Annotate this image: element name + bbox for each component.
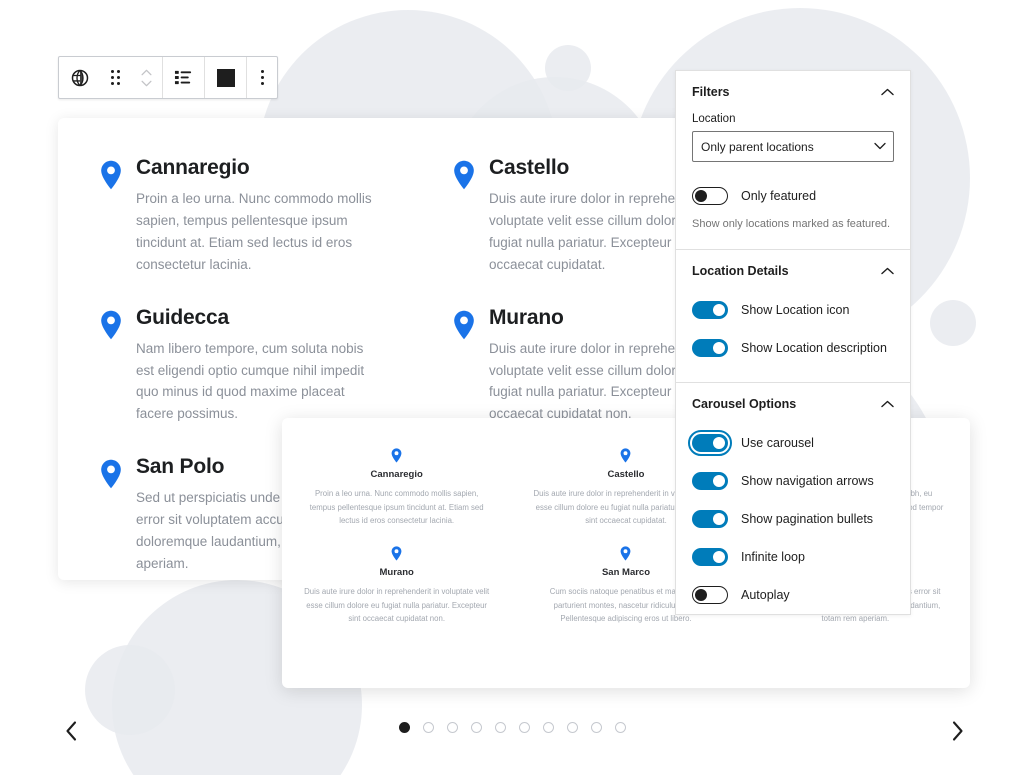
autoplay-toggle[interactable] xyxy=(692,585,728,604)
section-title: Carousel Options xyxy=(692,396,797,411)
section-filters: Filters Location Only parent locations O… xyxy=(676,71,910,250)
slide-description: Duis aute irure dolor in reprehenderit i… xyxy=(304,586,490,624)
drag-dots-icon[interactable] xyxy=(100,57,130,98)
carousel-pagination[interactable] xyxy=(0,722,1024,733)
show-location-icon-toggle[interactable] xyxy=(692,300,728,319)
more-options-button xyxy=(260,70,264,85)
location-select[interactable]: Only parent locations xyxy=(692,131,894,162)
pagination-bullet[interactable] xyxy=(398,722,410,733)
list-icon[interactable] xyxy=(163,57,204,98)
pagination-bullet[interactable] xyxy=(542,722,554,733)
location-description: Nam libero tempore, cum soluta nobis est… xyxy=(136,340,365,422)
toolbar-group-list xyxy=(163,57,205,98)
background-circle xyxy=(930,300,976,346)
autoplay-row[interactable]: Autoplay xyxy=(692,577,894,613)
show-pagination-bullets-toggle[interactable] xyxy=(692,509,728,528)
slide-title: Cannaregio xyxy=(370,469,423,480)
section-carousel-options-header[interactable]: Carousel Options xyxy=(692,383,894,425)
map-pin-icon xyxy=(304,546,489,561)
show-location-description-toggle[interactable] xyxy=(692,338,728,357)
show-location-icon-label: Show Location icon xyxy=(741,302,850,317)
section-location-details: Location Details Show Location icon Show… xyxy=(676,250,910,383)
app-canvas: Cannaregio Proin a leo urna. Nunc commod… xyxy=(0,0,1024,775)
location-select-wrapper: Only parent locations xyxy=(692,131,894,162)
infinite-loop-row[interactable]: Infinite loop xyxy=(692,539,894,575)
map-pin-icon xyxy=(304,448,489,463)
infinite-loop-toggle[interactable] xyxy=(692,547,728,566)
use-carousel-row[interactable]: Use carousel xyxy=(688,425,894,461)
pagination-bullet[interactable] xyxy=(470,722,482,733)
show-navigation-arrows-row[interactable]: Show navigation arrows xyxy=(692,463,894,499)
chevron-up-icon[interactable] xyxy=(881,267,894,275)
use-carousel-label: Use carousel xyxy=(741,435,814,450)
chevron-down-icon[interactable] xyxy=(140,80,152,87)
section-location-details-header[interactable]: Location Details xyxy=(692,250,894,292)
slide-description: Proin a leo urna. Nunc commodo mollis sa… xyxy=(309,489,484,526)
carousel-slide[interactable]: Murano Duis aute irure dolor in reprehen… xyxy=(282,546,511,626)
show-pagination-bullets-row[interactable]: Show pagination bullets xyxy=(692,501,894,537)
globe-icon[interactable] xyxy=(59,57,100,98)
location-title: Cannaregio xyxy=(136,156,250,179)
section-location-details-body: Show Location icon Show Location descrip… xyxy=(692,292,894,382)
toolbar-group-color xyxy=(205,57,247,98)
location-description: Proin a leo urna. Nunc commodo mollis sa… xyxy=(136,191,372,272)
section-filters-body: Location Only parent locations Only feat… xyxy=(692,113,894,249)
pagination-bullet[interactable] xyxy=(446,722,458,733)
location-field-label: Location xyxy=(692,113,736,125)
background-circle xyxy=(545,45,591,91)
location-title: Guidecca xyxy=(136,305,229,329)
drag-handle xyxy=(110,70,120,85)
map-pin-icon xyxy=(100,160,122,195)
location-text: Cannaregio Proin a leo urna. Nunc commod… xyxy=(136,156,383,276)
section-filters-header[interactable]: Filters xyxy=(692,71,894,113)
show-pagination-bullets-label: Show pagination bullets xyxy=(741,511,874,526)
chevron-updown-icon[interactable] xyxy=(130,57,162,98)
show-navigation-arrows-toggle[interactable] xyxy=(692,471,728,490)
use-carousel-toggle[interactable] xyxy=(688,429,732,456)
map-pin-icon xyxy=(100,310,122,345)
location-text: Guidecca Nam libero tempore, cum soluta … xyxy=(136,306,383,426)
pagination-bullet[interactable] xyxy=(518,722,530,733)
slide-title: Murano xyxy=(379,566,414,578)
pagination-bullet[interactable] xyxy=(422,722,434,733)
toolbar-group-more xyxy=(247,57,277,98)
autoplay-label: Autoplay xyxy=(741,587,790,602)
infinite-loop-label: Infinite loop xyxy=(741,549,805,564)
carousel-slide[interactable]: Cannaregio Proin a leo urna. Nunc commod… xyxy=(282,448,511,528)
pagination-bullet[interactable] xyxy=(494,722,506,733)
only-featured-toggle[interactable] xyxy=(692,187,728,205)
location-item[interactable]: Cannaregio Proin a leo urna. Nunc commod… xyxy=(58,156,411,306)
show-location-icon-row[interactable]: Show Location icon xyxy=(692,292,894,328)
pagination-bullet[interactable] xyxy=(566,722,578,733)
vertical-dots-icon[interactable] xyxy=(247,57,277,98)
section-title: Location Details xyxy=(692,263,789,278)
only-featured-label: Only featured xyxy=(741,189,817,203)
section-carousel-options: Carousel Options Use carousel Show navig… xyxy=(676,383,910,615)
toolbar-group-block xyxy=(59,57,163,98)
inspector-panel: Filters Location Only parent locations O… xyxy=(675,70,911,615)
chevron-up-icon[interactable] xyxy=(881,400,894,408)
block-toolbar[interactable] xyxy=(58,56,278,99)
pagination-bullet[interactable] xyxy=(614,722,626,733)
show-navigation-arrows-label: Show navigation arrows xyxy=(741,473,874,488)
pagination-bullet[interactable] xyxy=(590,722,602,733)
only-featured-row[interactable]: Only featured xyxy=(692,178,894,214)
map-pin-icon xyxy=(100,459,122,494)
section-carousel-options-body: Use carousel Show navigation arrows Show… xyxy=(688,425,894,615)
section-title: Filters xyxy=(692,85,730,99)
square-icon[interactable] xyxy=(205,57,246,98)
show-location-description-label: Show Location description xyxy=(741,340,887,355)
show-location-description-row[interactable]: Show Location description xyxy=(692,330,894,366)
map-pin-icon xyxy=(453,160,475,195)
chevron-up-icon[interactable] xyxy=(140,69,152,76)
chevron-up-icon[interactable] xyxy=(881,88,894,96)
color-swatch xyxy=(216,68,235,87)
only-featured-help: Show only locations marked as featured. xyxy=(692,218,891,230)
map-pin-icon xyxy=(453,310,475,345)
